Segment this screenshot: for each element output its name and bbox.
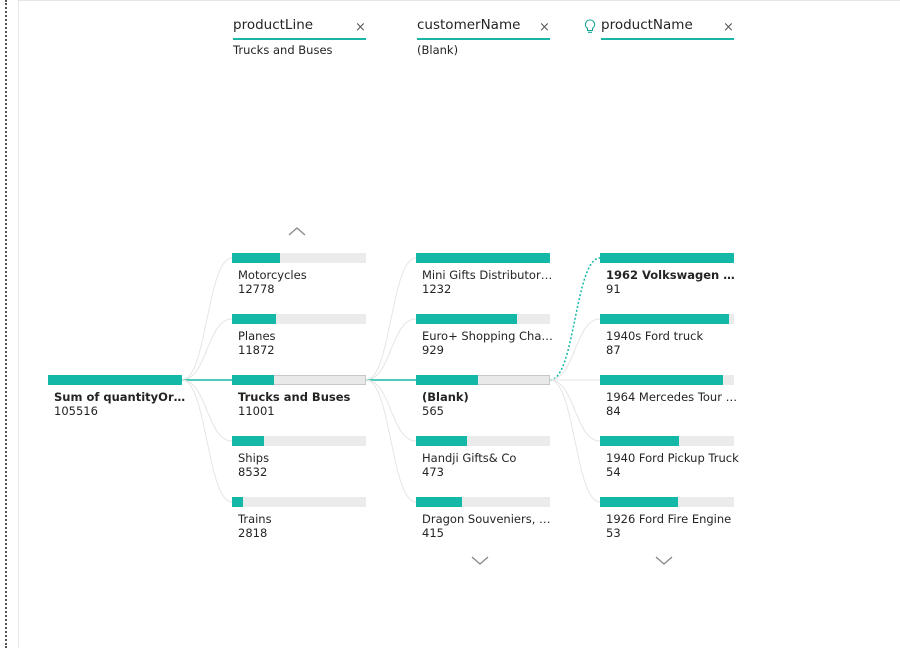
- node-label: Ships: [238, 451, 270, 465]
- level-title: customerName: [417, 17, 521, 33]
- level-header-productline[interactable]: productLine × Trucks and Buses: [233, 0, 366, 57]
- node-label: 1962 Volkswagen Mi...: [606, 268, 740, 282]
- link-line: [365, 318, 417, 381]
- node-label: Euro+ Shopping Chan...: [422, 329, 556, 343]
- node-value: 8532: [238, 465, 268, 479]
- link-line: [549, 379, 601, 503]
- node-label: Trains: [238, 512, 272, 526]
- level-underline: [417, 38, 550, 40]
- node-value: 2818: [238, 526, 268, 540]
- link-line: [365, 379, 417, 503]
- link-line: [365, 379, 417, 442]
- node-bar-fill: [232, 375, 274, 385]
- node-label: Sum of quantityOrde...: [54, 390, 188, 404]
- node-bar: [232, 375, 366, 385]
- node-label: Trucks and Buses: [238, 390, 351, 404]
- chevron-down-icon[interactable]: [471, 556, 489, 566]
- node-label: 1926 Ford Fire Engine: [606, 512, 732, 526]
- node-bar: [600, 253, 734, 263]
- node-bar-fill: [600, 436, 679, 446]
- node-bar: [416, 253, 550, 263]
- node-label: 1964 Mercedes Tour Bus: [606, 390, 740, 404]
- decomposition-links: [181, 257, 601, 503]
- link-line: [181, 379, 233, 503]
- level-title: productLine: [233, 17, 314, 33]
- node-label: Dragon Souveniers, Ltd.: [422, 512, 556, 526]
- lightbulb-icon: [584, 19, 596, 33]
- link-line: [181, 379, 233, 442]
- node-bar-fill: [232, 436, 264, 446]
- level-underline: [233, 38, 366, 40]
- link-line: [181, 318, 233, 381]
- node-bar-fill: [232, 497, 243, 507]
- close-icon[interactable]: ×: [355, 20, 366, 35]
- node-bar: [232, 253, 366, 263]
- node-value: 565: [422, 404, 444, 418]
- link-line: [549, 257, 601, 381]
- node-value: 1232: [422, 282, 452, 296]
- node-value: 11872: [238, 343, 275, 357]
- node-label: Handji Gifts& Co: [422, 451, 517, 465]
- level-header-productname[interactable]: productName ×: [584, 0, 734, 44]
- node-bar-fill: [416, 253, 550, 263]
- node-bar-fill: [416, 375, 478, 385]
- node-bar-fill: [600, 314, 729, 324]
- node-bar-fill: [416, 497, 462, 507]
- node-value: 84: [606, 404, 621, 418]
- node-label: 1940 Ford Pickup Truck: [606, 451, 739, 465]
- node-value: 11001: [238, 404, 275, 418]
- node-bar: [416, 375, 550, 385]
- node-bar-fill: [232, 253, 280, 263]
- node-bar-fill: [600, 497, 678, 507]
- node-label: Mini Gifts Distributors ...: [422, 268, 556, 282]
- node-bar: [232, 497, 366, 507]
- level-header-customername[interactable]: customerName × (Blank): [417, 0, 550, 57]
- level-selected-value: (Blank): [417, 43, 459, 57]
- chevron-up-icon[interactable]: [288, 226, 306, 236]
- node-bar: [600, 314, 734, 324]
- level-underline: [601, 38, 734, 40]
- close-icon[interactable]: ×: [539, 20, 550, 35]
- node-bar: [416, 314, 550, 324]
- node-bar: [600, 436, 734, 446]
- node-bar: [48, 375, 182, 385]
- node-bar-fill: [600, 375, 723, 385]
- chevron-down-icon[interactable]: [655, 556, 673, 566]
- link-line: [549, 318, 601, 381]
- node-value: 91: [606, 282, 621, 296]
- node-bar: [600, 497, 734, 507]
- node-value: 12778: [238, 282, 275, 296]
- close-icon[interactable]: ×: [723, 20, 734, 35]
- node-bar-fill: [600, 253, 734, 263]
- node-label: Planes: [238, 329, 276, 343]
- node-bar: [232, 436, 366, 446]
- link-line: [181, 257, 233, 381]
- link-line: [549, 379, 601, 442]
- node-value: 54: [606, 465, 621, 479]
- node-value: 473: [422, 465, 444, 479]
- node-bar: [232, 314, 366, 324]
- node-bar-fill: [416, 314, 517, 324]
- node-value: 53: [606, 526, 621, 540]
- node-bar-fill: [232, 314, 276, 324]
- node-label: Motorcycles: [238, 268, 307, 282]
- node-value: 87: [606, 343, 621, 357]
- node-bar: [600, 375, 734, 385]
- node-value: 105516: [54, 404, 98, 418]
- node-bar: [416, 497, 550, 507]
- node-label: (Blank): [422, 390, 469, 404]
- level-selected-value: Trucks and Buses: [233, 43, 333, 57]
- node-value: 415: [422, 526, 444, 540]
- node-bar-fill: [48, 375, 182, 385]
- level-title: productName: [601, 17, 693, 33]
- node-bar-fill: [416, 436, 467, 446]
- node-value: 929: [422, 343, 444, 357]
- link-line: [365, 257, 417, 381]
- node-bar: [416, 436, 550, 446]
- node-label: 1940s Ford truck: [606, 329, 704, 343]
